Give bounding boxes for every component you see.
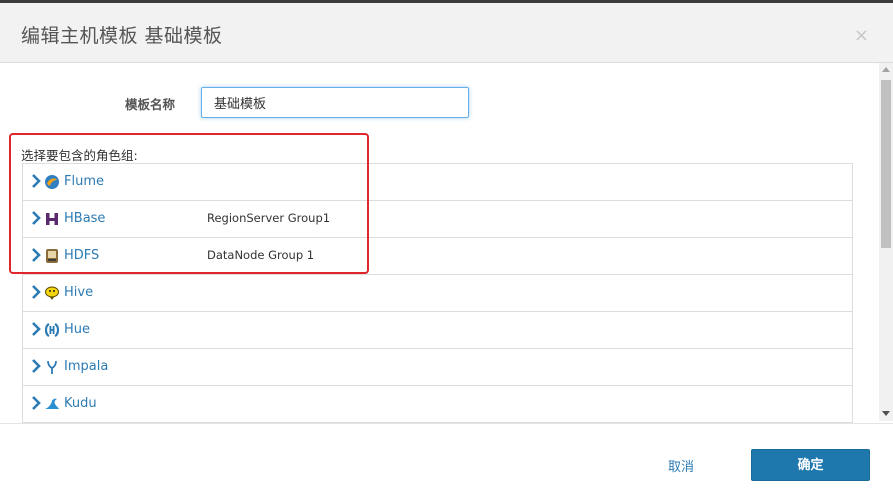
kudu-icon [45,398,59,409]
role-row-kudu[interactable]: Kudu [23,386,852,423]
hue-icon [44,323,60,337]
scrollbar-thumb[interactable] [881,80,891,248]
service-name: HDFS [64,248,100,263]
template-name-input[interactable] [201,87,469,118]
hdfs-icon [46,249,58,263]
chevron-right-icon[interactable] [30,321,42,337]
service-name: Kudu [64,396,97,411]
vertical-scrollbar[interactable] [879,63,893,421]
role-group-name: DataNode Group 1 [207,248,315,262]
impala-icon [47,360,57,374]
service-name: Impala [64,359,109,374]
role-group-list: Flume HBase RegionServer Group1 HDFS Dat… [22,163,853,423]
dialog-footer: 取消 确定 [0,423,893,501]
close-icon[interactable]: × [854,27,869,45]
hbase-icon [46,213,58,225]
chevron-right-icon[interactable] [30,395,42,411]
hive-icon [45,286,59,300]
cancel-button[interactable]: 取消 [668,456,694,475]
role-row-hive[interactable]: Hive [23,275,852,312]
scroll-up-arrow-icon[interactable] [882,67,890,72]
chevron-right-icon[interactable] [30,173,42,189]
service-name: HBase [64,211,106,226]
role-group-name: RegionServer Group1 [207,211,331,225]
service-name: Hue [64,322,91,337]
role-row-hbase[interactable]: HBase RegionServer Group1 [23,201,852,238]
template-name-label: 模板名称 [125,97,176,112]
scroll-down-arrow-icon[interactable] [882,411,890,416]
role-groups-label: 选择要包含的角色组: [21,148,138,163]
service-name: Flume [64,174,104,189]
chevron-right-icon[interactable] [30,210,42,226]
role-row-flume[interactable]: Flume [23,164,852,201]
role-row-impala[interactable]: Impala [23,349,852,386]
flume-icon [45,175,59,189]
chevron-right-icon[interactable] [30,358,42,374]
service-name: Hive [64,285,94,300]
dialog-header: 编辑主机模板 基础模板 × [0,3,893,63]
ok-button[interactable]: 确定 [751,449,870,481]
role-row-hue[interactable]: Hue [23,312,852,349]
chevron-right-icon[interactable] [30,247,42,263]
dialog-title: 编辑主机模板 基础模板 [21,25,223,47]
role-row-hdfs[interactable]: HDFS DataNode Group 1 [23,238,852,275]
chevron-right-icon[interactable] [30,284,42,300]
dialog-body: 模板名称 选择要包含的角色组: Flume HBase R [0,63,893,423]
